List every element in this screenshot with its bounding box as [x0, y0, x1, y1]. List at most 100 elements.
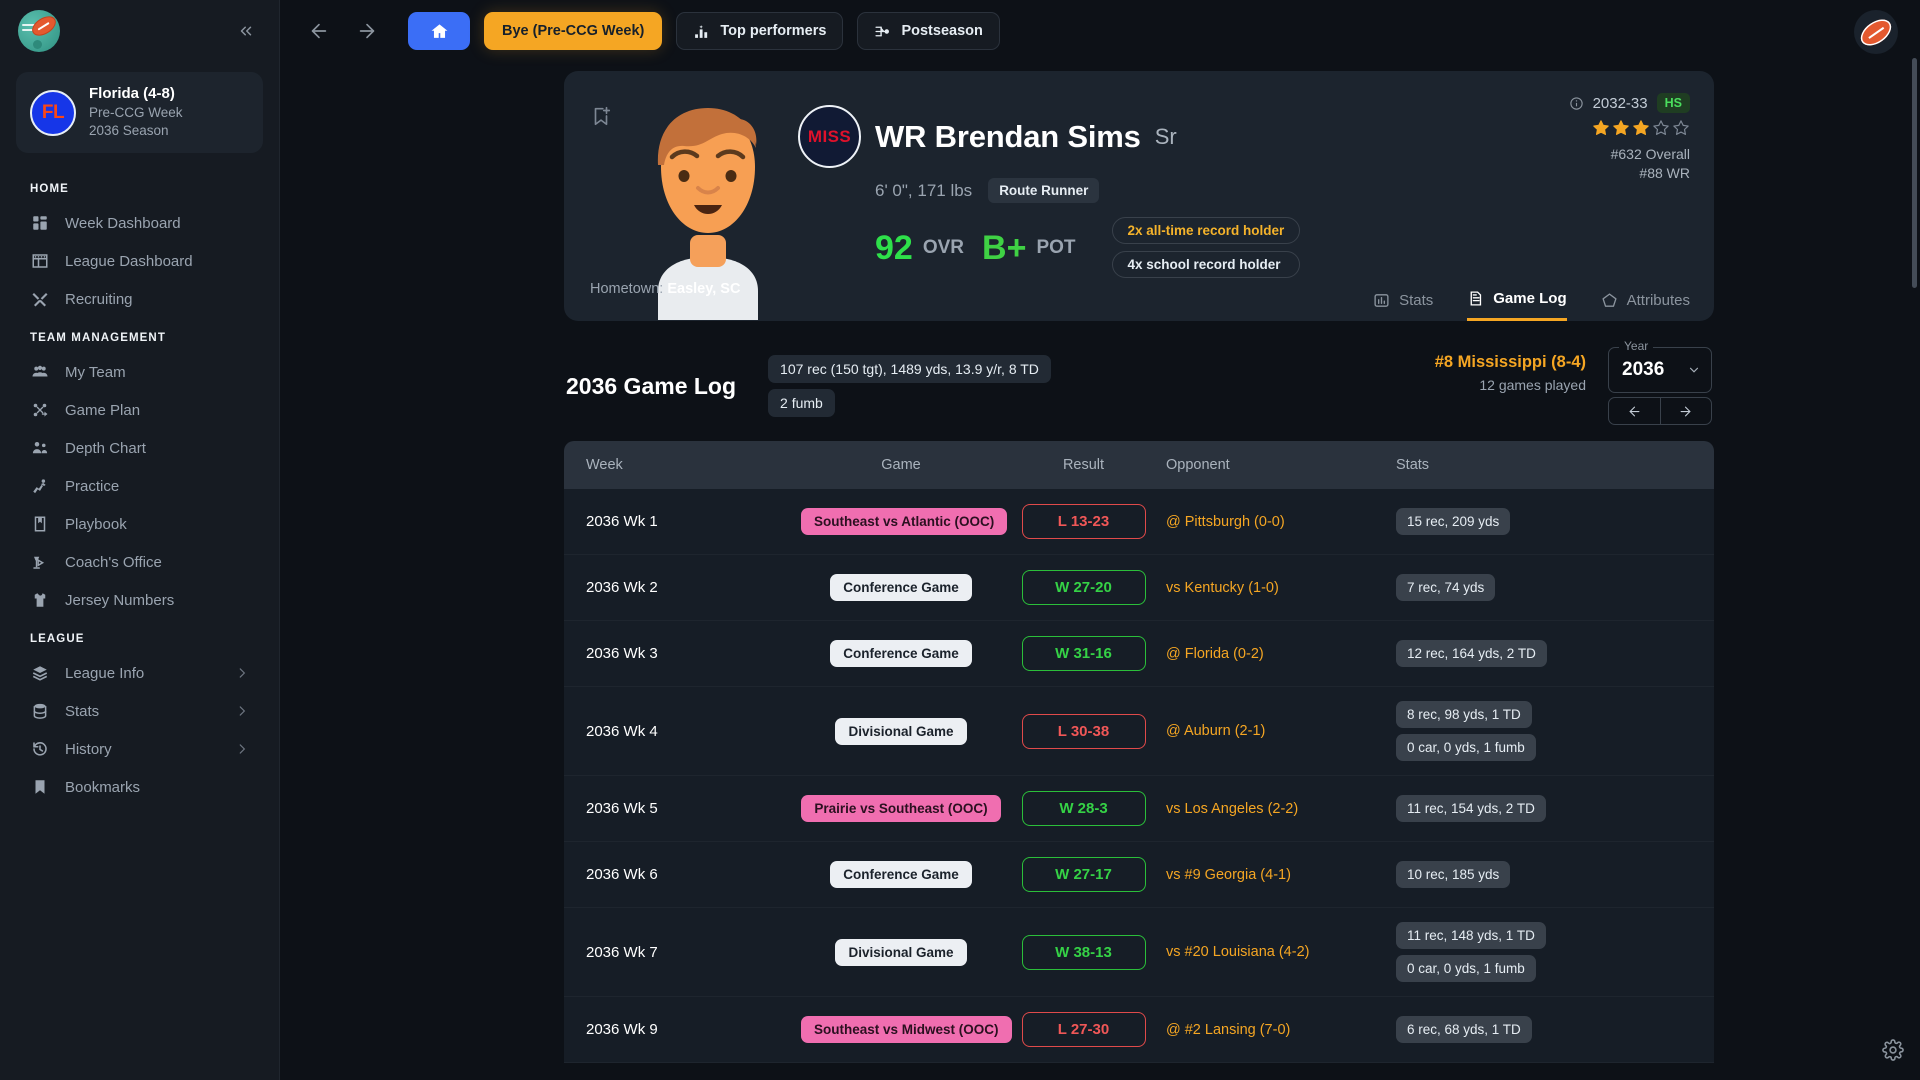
cell-stats: 11 rec, 154 yds, 2 TD	[1396, 795, 1692, 822]
sidebar-item-coach-s-office[interactable]: Coach's Office	[0, 543, 279, 581]
opponent-link[interactable]: vs #20 Louisiana (4-2)	[1166, 944, 1309, 960]
table-row[interactable]: 2036 Wk 2 Conference Game W 27-20 vs Kentuc…	[564, 555, 1714, 621]
result-badge: W 31-16	[1021, 636, 1146, 671]
tab-attributes[interactable]: Attributes	[1601, 290, 1690, 321]
cell-opponent[interactable]: @ Florida (0-2)	[1166, 645, 1396, 663]
opponent-link[interactable]: @ #2 Lansing (7-0)	[1166, 1022, 1290, 1038]
book-icon	[30, 515, 49, 534]
home-button[interactable]	[408, 12, 470, 50]
jersey-icon	[30, 591, 49, 610]
football-icon[interactable]	[1854, 10, 1898, 54]
sidebar-item-recruiting[interactable]: Recruiting	[0, 280, 279, 318]
opponent-link[interactable]: @ Pittsburgh (0-0)	[1166, 514, 1285, 530]
cell-opponent[interactable]: vs Los Angeles (2-2)	[1166, 800, 1396, 818]
cell-stats: 8 rec, 98 yds, 1 TD 0 car, 0 yds, 1 fumb	[1396, 701, 1692, 761]
sidebar-item-history[interactable]: History	[0, 730, 279, 768]
opponent-link[interactable]: @ Auburn (2-1)	[1166, 723, 1265, 739]
cell-opponent[interactable]: @ Auburn (2-1)	[1166, 722, 1396, 740]
team-week: Pre-CCG Week	[89, 105, 183, 120]
top-performers-button[interactable]: Top performers	[676, 12, 844, 50]
recruit-overall-rank: #632 Overall	[1610, 146, 1690, 162]
game-type-badge: Conference Game	[830, 640, 972, 667]
history-icon	[30, 740, 49, 759]
sidebar-item-playbook[interactable]: Playbook	[0, 505, 279, 543]
sidebar-item-stats[interactable]: Stats	[0, 692, 279, 730]
table-row[interactable]: 2036 Wk 7 Divisional Game W 38-13 vs #20 Lo…	[564, 908, 1714, 997]
people-icon	[30, 439, 49, 458]
current-team-card[interactable]: FL Florida (4-8) Pre-CCG Week 2036 Seaso…	[16, 72, 263, 154]
sidebar-item-jersey-numbers[interactable]: Jersey Numbers	[0, 581, 279, 619]
cell-game: Divisional Game	[801, 717, 1001, 745]
cell-opponent[interactable]: @ Pittsburgh (0-0)	[1166, 513, 1396, 531]
year-label: Year	[1619, 339, 1654, 353]
chevron-right-icon	[235, 742, 249, 756]
sidebar-item-my-team[interactable]: My Team	[0, 353, 279, 391]
practice-icon	[30, 477, 49, 496]
player-height-weight: 6' 0", 171 lbs	[875, 180, 973, 200]
player-header-card: MISS WR Brendan Sims Sr 6' 0", 171 lbs R…	[564, 71, 1714, 321]
recruit-position-rank: #88 WR	[1639, 165, 1690, 181]
star-filled-icon	[1593, 120, 1609, 135]
info-icon[interactable]	[1569, 96, 1584, 111]
table-row[interactable]: 2036 Wk 1 Southeast vs Atlantic (OOC) L 13…	[564, 489, 1714, 555]
gamelog-title: 2036 Game Log	[566, 372, 737, 399]
table-body: 2036 Wk 1 Southeast vs Atlantic (OOC) L 13…	[564, 489, 1714, 1063]
year-prev-button[interactable]	[1609, 398, 1661, 424]
cell-opponent[interactable]: vs #9 Georgia (4-1)	[1166, 866, 1396, 884]
document-icon	[1467, 290, 1484, 307]
cell-opponent[interactable]: vs Kentucky (1-0)	[1166, 579, 1396, 597]
main-area: Bye (Pre-CCG Week) Top performers Postse…	[280, 0, 1920, 1080]
table-row[interactable]: 2036 Wk 9 Southeast vs Midwest (OOC) L 27-…	[564, 997, 1714, 1063]
collapse-sidebar-button[interactable]	[231, 16, 261, 46]
table-icon	[30, 252, 49, 271]
stat-chip: 6 rec, 68 yds, 1 TD	[1396, 1016, 1532, 1043]
sidebar-item-league-info[interactable]: League Info	[0, 654, 279, 692]
tab-stats[interactable]: Stats	[1373, 290, 1433, 321]
table-row[interactable]: 2036 Wk 4 Divisional Game L 30-38 @ Auburn …	[564, 687, 1714, 776]
bar-chart-icon	[695, 24, 708, 38]
back-button[interactable]	[302, 14, 336, 48]
year-next-button[interactable]	[1661, 398, 1712, 424]
sidebar-item-depth-chart[interactable]: Depth Chart	[0, 429, 279, 467]
cell-opponent[interactable]: vs #20 Louisiana (4-2)	[1166, 943, 1396, 961]
opponent-link[interactable]: vs Kentucky (1-0)	[1166, 580, 1279, 596]
player-tabs: Stats Game Log Attributes	[1373, 290, 1690, 321]
table-row[interactable]: 2036 Wk 3 Conference Game W 31-16 @ Florida…	[564, 621, 1714, 687]
sidebar-item-game-plan[interactable]: Game Plan	[0, 391, 279, 429]
sidebar-item-label: Stats	[65, 702, 100, 720]
summary-chip: 107 rec (150 tgt), 1489 yds, 13.9 y/r, 8…	[768, 355, 1051, 383]
settings-gear-icon[interactable]	[1882, 1039, 1904, 1066]
cell-game: Divisional Game	[801, 938, 1001, 966]
cell-game: Conference Game	[801, 640, 1001, 667]
cell-week: 2036 Wk 9	[586, 1021, 658, 1038]
opponent-link[interactable]: vs #9 Georgia (4-1)	[1166, 867, 1291, 883]
forward-button[interactable]	[350, 14, 384, 48]
cell-result: L 30-38	[1001, 713, 1166, 749]
postseason-button[interactable]: Postseason	[857, 12, 1000, 50]
player-hometown: Hometown: Easley, SC	[590, 281, 740, 297]
stat-chip-group: 6 rec, 68 yds, 1 TD	[1396, 1016, 1692, 1043]
sidebar-item-league-dashboard[interactable]: League Dashboard	[0, 242, 279, 280]
result-badge: W 27-20	[1021, 570, 1146, 605]
sidebar-item-label: Game Plan	[65, 401, 141, 419]
table-row[interactable]: 2036 Wk 5 Prairie vs Southeast (OOC) W 28-…	[564, 776, 1714, 842]
bye-week-button[interactable]: Bye (Pre-CCG Week)	[484, 12, 663, 50]
sidebar-item-label: Recruiting	[65, 290, 133, 308]
tab-game-log[interactable]: Game Log	[1467, 290, 1567, 321]
sidebar: FL Florida (4-8) Pre-CCG Week 2036 Seaso…	[0, 0, 280, 1080]
bookmark-add-icon[interactable]	[590, 105, 612, 132]
vertical-scrollbar[interactable]	[1912, 58, 1917, 288]
sidebar-item-practice[interactable]: Practice	[0, 467, 279, 505]
column-header-stats: Stats	[1396, 457, 1430, 473]
sidebar-item-label: Week Dashboard	[65, 214, 181, 232]
year-dropdown[interactable]: 2036	[1608, 347, 1712, 393]
table-row[interactable]: 2036 Wk 6 Conference Game W 27-17 vs #9 Geo…	[564, 842, 1714, 908]
opponent-link[interactable]: vs Los Angeles (2-2)	[1166, 801, 1298, 817]
cell-opponent[interactable]: @ #2 Lansing (7-0)	[1166, 1021, 1396, 1039]
cell-game: Southeast vs Atlantic (OOC)	[801, 508, 1008, 535]
opponent-link[interactable]: @ Florida (0-2)	[1166, 646, 1264, 662]
sidebar-item-week-dashboard[interactable]: Week Dashboard	[0, 204, 279, 242]
cell-week: 2036 Wk 2	[586, 579, 658, 596]
cell-game: Conference Game	[801, 574, 1001, 601]
sidebar-item-bookmarks[interactable]: Bookmarks	[0, 768, 279, 806]
